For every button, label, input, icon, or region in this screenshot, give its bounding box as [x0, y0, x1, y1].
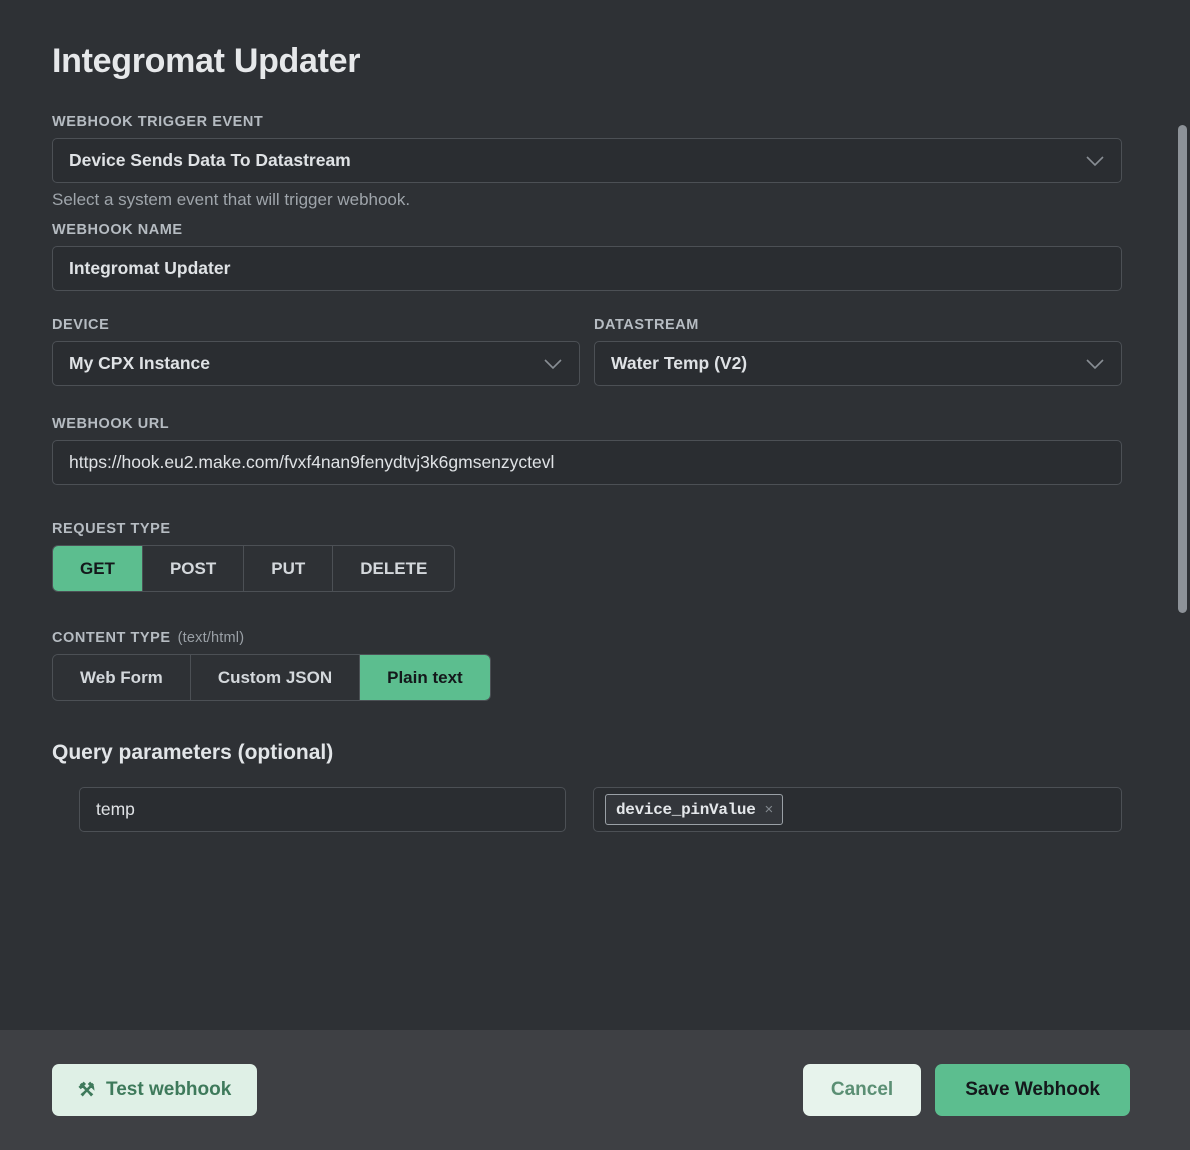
trigger-event-value: Device Sends Data To Datastream — [69, 150, 351, 170]
trigger-event-label: WEBHOOK TRIGGER EVENT — [52, 114, 264, 130]
request-type-option-delete[interactable]: DELETE — [333, 546, 455, 591]
content-type-option-web-form[interactable]: Web Form — [53, 655, 191, 700]
device-select[interactable]: My CPX Instance — [52, 341, 580, 386]
query-parameter-value-cell: device_pinValue × — [593, 787, 1122, 832]
webhook-url-field: WEBHOOK URL https://hook.eu2.make.com/fv… — [52, 416, 1122, 485]
request-type-option-get[interactable]: GET — [53, 546, 143, 591]
request-type-option-put[interactable]: PUT — [244, 546, 334, 591]
chevron-down-icon — [1085, 155, 1105, 167]
request-type-group: GET POST PUT DELETE — [52, 545, 456, 592]
footer-actions: Cancel Save Webhook — [802, 1064, 1130, 1116]
datastream-value: Water Temp (V2) — [611, 353, 748, 373]
device-value: My CPX Instance — [69, 353, 211, 373]
device-datastream-row: DEVICE My CPX Instance DATASTREAM Water … — [52, 317, 1122, 386]
scrollbar-thumb[interactable] — [1178, 125, 1187, 613]
device-label: DEVICE — [52, 317, 110, 333]
query-parameter-value-input[interactable]: device_pinValue × — [593, 787, 1122, 832]
webhook-url-label: WEBHOOK URL — [52, 416, 170, 432]
request-type-label: REQUEST TYPE — [52, 521, 171, 537]
datastream-select[interactable]: Water Temp (V2) — [594, 341, 1122, 386]
test-webhook-label: Test webhook — [106, 1079, 232, 1100]
vertical-scrollbar[interactable] — [1177, 0, 1190, 1030]
trigger-event-help: Select a system event that will trigger … — [52, 190, 411, 209]
chevron-down-icon — [1085, 358, 1105, 370]
query-parameters-title: Query parameters (optional) — [52, 741, 334, 764]
cancel-button[interactable]: Cancel — [802, 1064, 922, 1116]
request-type-option-post[interactable]: POST — [142, 546, 245, 591]
datastream-field: DATASTREAM Water Temp (V2) — [594, 317, 1122, 386]
query-parameter-token[interactable]: device_pinValue × — [605, 794, 784, 825]
content-type-group: Web Form Custom JSON Plain text — [52, 654, 491, 701]
test-webhook-button[interactable]: ⚒ Test webhook — [52, 1064, 258, 1116]
content-type-label-text: CONTENT TYPE — [52, 630, 171, 646]
query-parameter-key-input[interactable]: temp — [79, 787, 566, 832]
dialog-scroll-area: Integromat Updater WEBHOOK TRIGGER EVENT… — [0, 0, 1190, 1030]
trigger-event-field: WEBHOOK TRIGGER EVENT Device Sends Data … — [52, 114, 1122, 210]
device-field: DEVICE My CPX Instance — [52, 317, 580, 386]
content-type-label: CONTENT TYPE (text/html) — [52, 630, 1122, 646]
close-icon[interactable]: × — [765, 802, 775, 817]
webhook-name-label: WEBHOOK NAME — [52, 222, 183, 238]
page-title: Integromat Updater — [52, 42, 361, 80]
content-type-field: CONTENT TYPE (text/html) Web Form Custom … — [52, 630, 1122, 701]
query-parameter-row: temp device_pinValue × — [52, 787, 1122, 832]
chevron-down-icon — [543, 358, 563, 370]
webhook-settings-dialog: Integromat Updater WEBHOOK TRIGGER EVENT… — [0, 0, 1190, 1150]
query-parameter-key-cell: temp — [79, 787, 566, 832]
content-type-option-custom-json[interactable]: Custom JSON — [190, 655, 361, 700]
datastream-label: DATASTREAM — [594, 317, 699, 333]
webhook-name-input[interactable]: Integromat Updater — [52, 246, 1122, 291]
trigger-event-select[interactable]: Device Sends Data To Datastream — [52, 138, 1122, 183]
content-type-suffix: (text/html) — [177, 630, 245, 646]
save-webhook-button[interactable]: Save Webhook — [935, 1064, 1130, 1116]
webhook-url-input[interactable]: https://hook.eu2.make.com/fvxf4nan9fenyd… — [52, 440, 1122, 485]
request-type-field: REQUEST TYPE GET POST PUT DELETE — [52, 521, 1122, 592]
query-parameter-token-label: device_pinValue — [616, 800, 756, 819]
dialog-footer: ⚒ Test webhook Cancel Save Webhook — [0, 1030, 1190, 1150]
webhook-name-field: WEBHOOK NAME Integromat Updater — [52, 222, 1122, 291]
content-type-option-plain-text[interactable]: Plain text — [360, 655, 490, 700]
tools-icon: ⚒ — [78, 1079, 96, 1101]
